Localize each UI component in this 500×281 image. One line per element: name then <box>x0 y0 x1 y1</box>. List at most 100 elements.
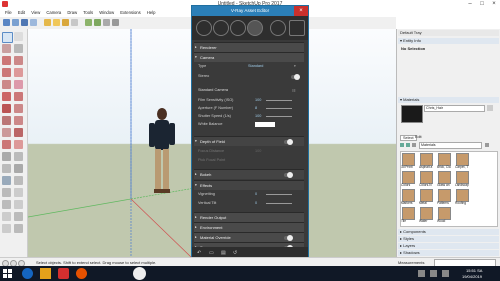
forward-icon[interactable] <box>406 143 410 147</box>
circle-icon[interactable] <box>2 80 11 89</box>
two-point-arc-icon[interactable] <box>14 92 23 101</box>
paint-bucket-icon[interactable] <box>14 44 23 53</box>
home-icon[interactable] <box>412 143 416 147</box>
undo-icon[interactable]: ↶ <box>197 250 201 256</box>
push-pull-icon[interactable] <box>14 116 23 125</box>
pan-icon[interactable] <box>14 188 23 197</box>
tape-measure-icon[interactable] <box>2 152 11 161</box>
film-sensitivity-value[interactable]: 100 <box>255 98 261 102</box>
close-button[interactable]: × <box>488 0 500 9</box>
offset-icon[interactable] <box>14 140 23 149</box>
edit-tab[interactable]: Edit <box>413 135 424 139</box>
sketchup-taskbar-icon[interactable] <box>58 268 69 279</box>
vignetting-value[interactable]: 0 <box>255 192 257 196</box>
entity-info-header[interactable]: ▾ Entity Info <box>398 38 499 44</box>
details-icon[interactable] <box>485 143 489 147</box>
settings-tab-icon[interactable] <box>247 20 263 36</box>
pie-icon[interactable] <box>2 104 11 113</box>
shutter-speed-slider[interactable] <box>266 116 292 117</box>
section-renderer[interactable]: ▸ Renderer <box>194 42 304 52</box>
menu-camera[interactable]: Camera <box>46 10 61 15</box>
bokeh-toggle[interactable] <box>284 172 293 178</box>
camera-options-icon[interactable]: ☷ <box>292 88 296 93</box>
section-render-output[interactable]: ▸ Render Output <box>194 212 304 222</box>
sphere-icon[interactable] <box>112 19 119 26</box>
vray-frame-buffer-icon[interactable] <box>30 19 37 26</box>
3d-text-icon[interactable] <box>14 176 23 185</box>
section-plane-icon[interactable] <box>14 224 23 233</box>
polygon-icon[interactable] <box>14 80 23 89</box>
rotate-icon[interactable] <box>2 128 11 137</box>
open-icon[interactable]: ▭ <box>209 250 214 256</box>
ies-light-icon[interactable] <box>62 19 69 26</box>
line-icon[interactable] <box>2 56 11 65</box>
menu-edit[interactable]: Edit <box>18 10 25 15</box>
white-balance-swatch[interactable] <box>255 122 275 127</box>
menu-extensions[interactable]: Extensions <box>120 10 140 15</box>
vray-asset-editor-icon[interactable] <box>21 19 28 26</box>
section-effects[interactable]: ▾ Effects <box>194 180 304 190</box>
zoom-icon[interactable] <box>2 200 11 209</box>
eraser-icon[interactable] <box>2 44 11 53</box>
focus-distance-value[interactable]: 100 <box>255 149 261 153</box>
section-bokeh[interactable]: ▸ Bokeh <box>194 169 304 179</box>
text-icon[interactable] <box>14 164 23 173</box>
scale-icon[interactable] <box>2 140 11 149</box>
dof-toggle[interactable] <box>284 139 293 145</box>
select-icon[interactable] <box>2 32 13 43</box>
zoom-extents-icon[interactable] <box>14 200 23 209</box>
rotated-rectangle-icon[interactable] <box>14 68 23 77</box>
vertical-tilt-slider[interactable] <box>266 203 292 204</box>
axes-icon[interactable] <box>2 176 11 185</box>
freehand-icon[interactable] <box>14 56 23 65</box>
revert-icon[interactable]: ↺ <box>233 250 237 256</box>
vignetting-slider[interactable] <box>266 194 292 195</box>
dome-light-icon[interactable] <box>71 19 78 26</box>
vray-render-icon[interactable] <box>3 19 10 26</box>
proxy-icon[interactable] <box>85 19 92 26</box>
menu-file[interactable]: File <box>5 10 12 15</box>
orbit-icon[interactable] <box>2 188 11 197</box>
volume-icon[interactable] <box>430 270 437 277</box>
stereo-toggle[interactable] <box>291 74 300 80</box>
shadows-header[interactable]: ▸ Shadows <box>398 250 499 256</box>
menu-help[interactable]: Help <box>147 10 156 15</box>
dropdown-arrow-icon[interactable]: ▾ <box>294 64 296 68</box>
spot-light-icon[interactable] <box>53 19 60 26</box>
geometry-tab-icon[interactable] <box>230 20 246 36</box>
render-teapot-icon[interactable] <box>270 20 286 36</box>
back-icon[interactable] <box>400 143 404 147</box>
layers-header[interactable]: ▸ Layers <box>398 243 499 249</box>
maximize-button[interactable]: □ <box>476 0 488 9</box>
walk-icon[interactable] <box>14 212 23 221</box>
components-header[interactable]: ▸ Components <box>398 229 499 235</box>
network-icon[interactable] <box>442 270 449 277</box>
protractor-icon[interactable] <box>2 164 11 173</box>
save-icon[interactable]: ▤ <box>221 250 226 256</box>
vertical-tilt-value[interactable]: 0 <box>255 201 257 205</box>
menu-window[interactable]: Window <box>99 10 114 15</box>
look-around-icon[interactable] <box>2 224 11 233</box>
vray-close-button[interactable]: × <box>294 6 308 16</box>
menu-view[interactable]: View <box>31 10 40 15</box>
minimize-button[interactable]: – <box>464 0 476 9</box>
move-icon[interactable] <box>2 116 11 125</box>
film-sensitivity-slider[interactable] <box>266 100 292 101</box>
material-name-field[interactable]: Chris_Hair <box>424 105 485 112</box>
library-dropdown[interactable]: Materials <box>419 142 482 149</box>
materials-tab-icon[interactable] <box>196 20 212 36</box>
type-dropdown[interactable]: Standard <box>248 64 263 68</box>
rectangle-icon[interactable] <box>2 68 11 77</box>
aperture-value[interactable]: 8 <box>255 106 257 110</box>
shutter-speed-value[interactable]: 100 <box>255 114 261 118</box>
create-material-icon[interactable] <box>487 105 493 111</box>
three-point-arc-icon[interactable] <box>14 104 23 113</box>
section-material-override[interactable]: ▸ Material Override <box>194 232 304 242</box>
follow-me-icon[interactable] <box>14 128 23 137</box>
fur-icon[interactable] <box>94 19 101 26</box>
plane-icon[interactable] <box>103 19 110 26</box>
dimension-icon[interactable] <box>14 152 23 161</box>
browser-icon[interactable] <box>22 268 33 279</box>
aperture-slider[interactable] <box>266 108 292 109</box>
vray-taskbar-icon[interactable] <box>133 267 146 280</box>
